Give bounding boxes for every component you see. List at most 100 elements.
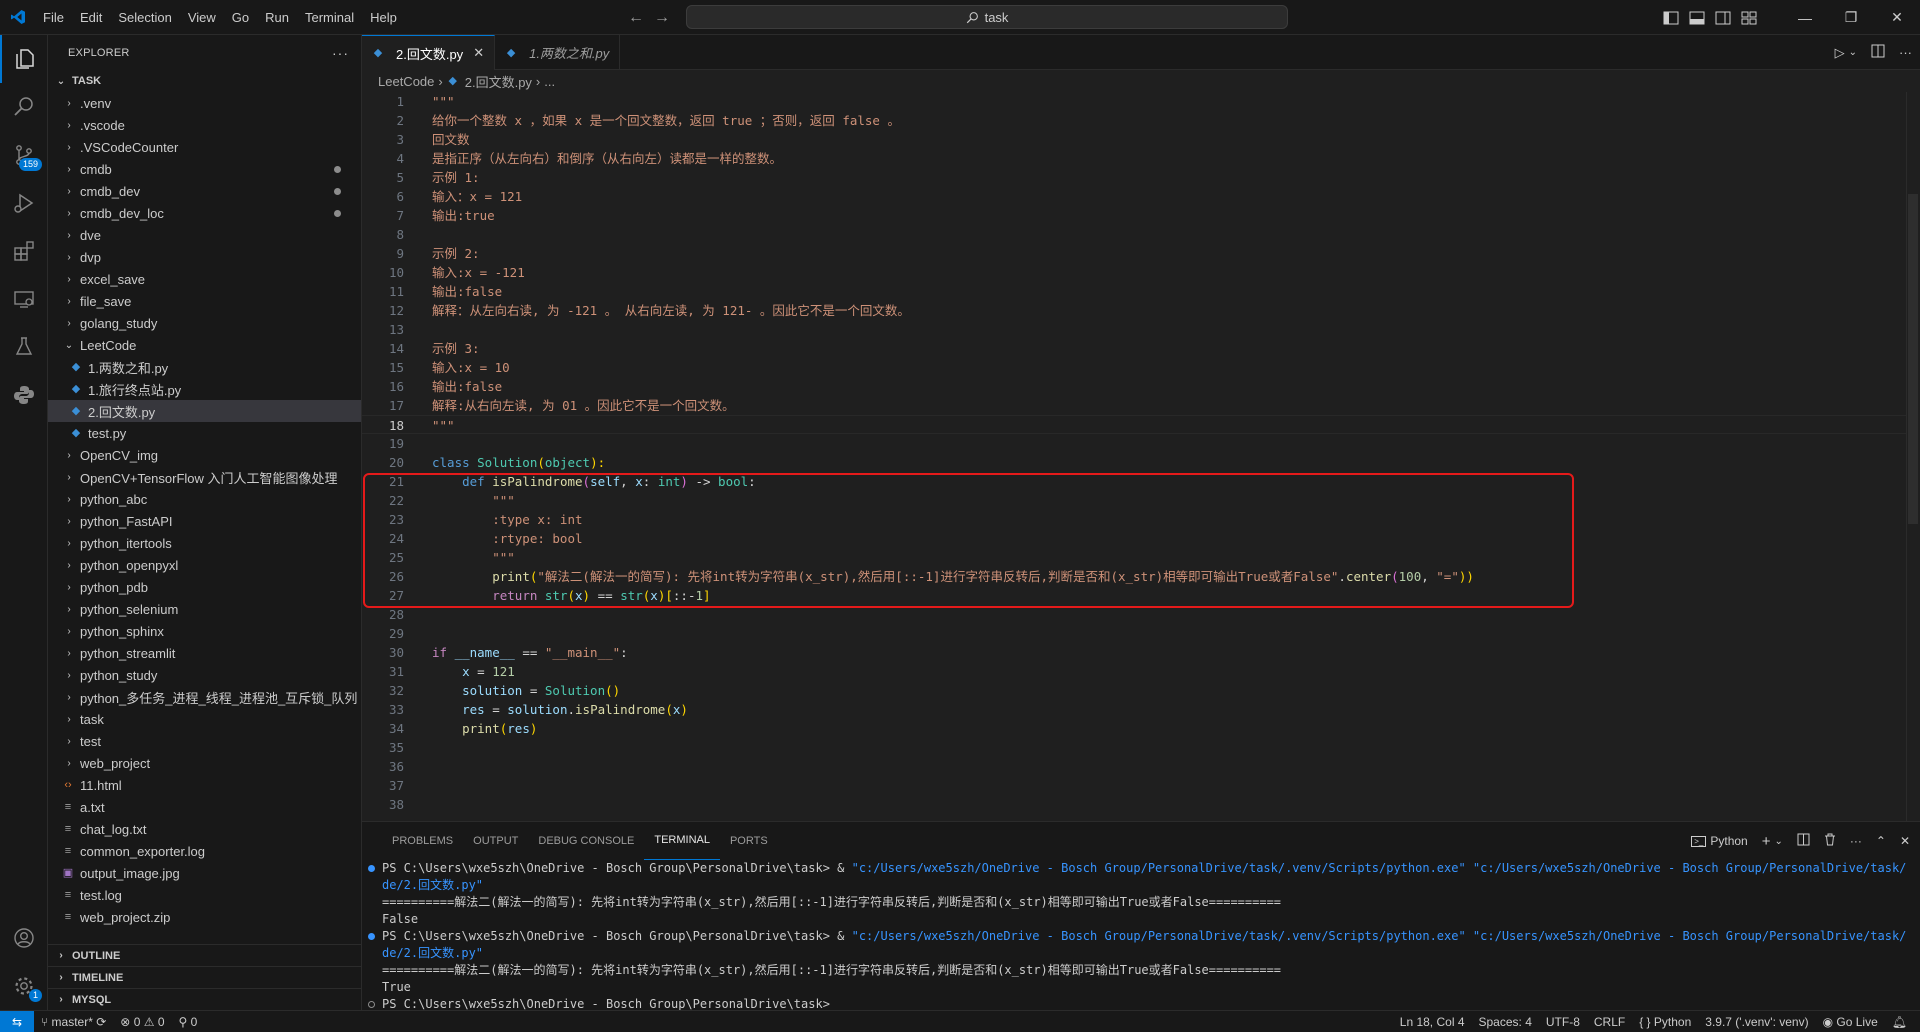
menu-file[interactable]: File — [35, 0, 72, 35]
code-line[interactable]: 33 res = solution.isPalindrome(x) — [362, 700, 1920, 719]
code-line[interactable]: 2 给你一个整数 x ，如果 x 是一个回文整数，返回 true ；否则，返回 f… — [362, 111, 1920, 130]
close-panel-icon[interactable]: ✕ — [1900, 834, 1910, 848]
command-decoration-icon[interactable] — [368, 1001, 375, 1008]
menu-edit[interactable]: Edit — [72, 0, 110, 35]
code-line[interactable]: 37 — [362, 776, 1920, 795]
toggle-primary-sidebar-icon[interactable] — [1658, 0, 1684, 35]
tree-item[interactable]: › test — [48, 730, 361, 752]
tree-item[interactable]: ‹› 11.html — [48, 774, 361, 796]
maximize-panel-icon[interactable]: ⌃ — [1876, 834, 1886, 848]
tree-item[interactable]: ◆ test.py — [48, 422, 361, 444]
breadcrumb-folder[interactable]: LeetCode — [378, 74, 434, 89]
ports-status[interactable]: ⚲ 0 — [172, 1015, 205, 1029]
tree-item[interactable]: › dvp — [48, 246, 361, 268]
code-line[interactable]: 34 print(res) — [362, 719, 1920, 738]
tree-item[interactable]: › cmdb_dev — [48, 180, 361, 202]
scrollbar-thumb[interactable] — [1908, 194, 1918, 524]
tree-item[interactable]: › python_study — [48, 664, 361, 686]
tree-item[interactable]: › .VSCodeCounter — [48, 136, 361, 158]
menu-terminal[interactable]: Terminal — [297, 0, 362, 35]
problems-status[interactable]: ⊗ 0 ⚠ 0 — [113, 1015, 171, 1029]
python-icon[interactable] — [0, 371, 48, 419]
more-actions-icon[interactable]: ··· — [1850, 834, 1862, 848]
code-line[interactable]: 4 是指正序（从左向右）和倒序（从右向左）读都是一样的整数。 — [362, 149, 1920, 168]
toggle-secondary-sidebar-icon[interactable] — [1710, 0, 1736, 35]
tree-item[interactable]: › cmdb_dev_loc — [48, 202, 361, 224]
mysql-section[interactable]: › MYSQL — [48, 988, 362, 1010]
menu-run[interactable]: Run — [257, 0, 297, 35]
chevron-down-icon[interactable]: ⌄ — [1849, 47, 1857, 58]
tree-item[interactable]: ▣ output_image.jpg — [48, 862, 361, 884]
workspace-root[interactable]: ⌄ TASK — [48, 70, 361, 92]
code-line[interactable]: 38 — [362, 795, 1920, 814]
tree-item[interactable]: › task — [48, 708, 361, 730]
restore-icon[interactable]: ❐ — [1828, 0, 1874, 35]
source-control-icon[interactable]: 159 — [0, 131, 48, 179]
tab-problems[interactable]: PROBLEMS — [382, 822, 463, 860]
tree-item[interactable]: › dve — [48, 224, 361, 246]
code-line[interactable]: 30 if __name__ == "__main__": — [362, 643, 1920, 662]
close-window-icon[interactable]: ✕ — [1874, 0, 1920, 35]
menu-selection[interactable]: Selection — [110, 0, 179, 35]
code-line[interactable]: 19 — [362, 434, 1920, 453]
tab-debug-console[interactable]: DEBUG CONSOLE — [528, 822, 644, 860]
more-actions-icon[interactable]: ··· — [1899, 45, 1912, 60]
code-line[interactable]: 3 回文数 — [362, 130, 1920, 149]
end-of-line[interactable]: CRLF — [1587, 1015, 1632, 1029]
more-actions-icon[interactable]: ··· — [332, 45, 349, 61]
tree-item[interactable]: › python_pdb — [48, 576, 361, 598]
tree-item[interactable]: › python_sphinx — [48, 620, 361, 642]
split-terminal-icon[interactable] — [1797, 833, 1810, 849]
terminal-profile[interactable]: >_ Python — [1691, 834, 1748, 848]
toggle-panel-icon[interactable] — [1684, 0, 1710, 35]
settings-gear-icon[interactable]: 1 — [0, 962, 48, 1010]
accounts-icon[interactable] — [0, 914, 48, 962]
language-mode[interactable]: { } Python — [1632, 1015, 1698, 1029]
code-line[interactable]: 11 输出:false — [362, 282, 1920, 301]
tab-output[interactable]: OUTPUT — [463, 822, 528, 860]
breadcrumb-symbol[interactable]: ... — [544, 74, 555, 89]
code-line[interactable]: 20 class Solution(object): — [362, 453, 1920, 472]
forward-arrow-icon[interactable]: → — [654, 9, 670, 27]
run-python-file-icon[interactable]: ▷ — [1835, 45, 1845, 61]
notifications-bell-icon[interactable]: 🔔︎ — [1885, 1015, 1914, 1029]
tab-two-sum[interactable]: ◆ 1.两数之和.py — [495, 35, 621, 70]
code-line[interactable]: 5 示例 1: — [362, 168, 1920, 187]
code-line[interactable]: 18 """ — [362, 415, 1920, 434]
code-line[interactable]: 6 输入：x = 121 — [362, 187, 1920, 206]
code-line[interactable]: 17 解释:从右向左读, 为 01 。因此它不是一个回文数。 — [362, 396, 1920, 415]
tree-item[interactable]: › OpenCV+TensorFlow 入门人工智能图像处理 — [48, 466, 361, 488]
back-arrow-icon[interactable]: ← — [628, 9, 644, 27]
code-line[interactable]: 31 x = 121 — [362, 662, 1920, 681]
trash-icon[interactable] — [1824, 833, 1836, 849]
tree-item[interactable]: › python_openpyxl — [48, 554, 361, 576]
menu-go[interactable]: Go — [224, 0, 257, 35]
tree-item[interactable]: › file_save — [48, 290, 361, 312]
tree-item[interactable]: › python_streamlit — [48, 642, 361, 664]
code-line[interactable]: 15 输入:x = 10 — [362, 358, 1920, 377]
tree-item[interactable]: ≡ chat_log.txt — [48, 818, 361, 840]
code-line[interactable]: 10 输入:x = -121 — [362, 263, 1920, 282]
tree-item[interactable]: › python_selenium — [48, 598, 361, 620]
code-line[interactable]: 8 — [362, 225, 1920, 244]
tab-terminal[interactable]: TERMINAL — [644, 822, 720, 860]
python-interpreter[interactable]: 3.9.7 ('.venv': venv) — [1698, 1015, 1815, 1029]
command-center-search[interactable]: task — [686, 5, 1288, 29]
breadcrumb-file[interactable]: 2.回文数.py — [465, 72, 532, 91]
explorer-icon[interactable] — [0, 35, 48, 83]
tree-item[interactable]: › python_多任务_进程_线程_进程池_互斥锁_队列 — [48, 686, 361, 708]
search-sidebar-icon[interactable] — [0, 83, 48, 131]
tree-item[interactable]: › python_FastAPI — [48, 510, 361, 532]
branch-status[interactable]: ⑂ master* ⟳ — [34, 1015, 113, 1029]
run-debug-icon[interactable] — [0, 179, 48, 227]
tab-palindrome[interactable]: ◆ 2.回文数.py ✕ — [362, 35, 496, 70]
testing-flask-icon[interactable] — [0, 323, 48, 371]
remote-indicator-icon[interactable]: ⇆ — [0, 1010, 34, 1032]
menu-view[interactable]: View — [180, 0, 224, 35]
tree-item[interactable]: ≡ web_project.zip — [48, 906, 361, 928]
new-terminal-icon[interactable]: + — [1762, 833, 1771, 850]
code-line[interactable]: 12 解释：从左向右读, 为 -121 。 从右向左读, 为 121- 。因此它不… — [362, 301, 1920, 320]
tree-item[interactable]: › OpenCV_img — [48, 444, 361, 466]
split-editor-icon[interactable] — [1871, 44, 1885, 61]
code-line[interactable]: 32 solution = Solution() — [362, 681, 1920, 700]
